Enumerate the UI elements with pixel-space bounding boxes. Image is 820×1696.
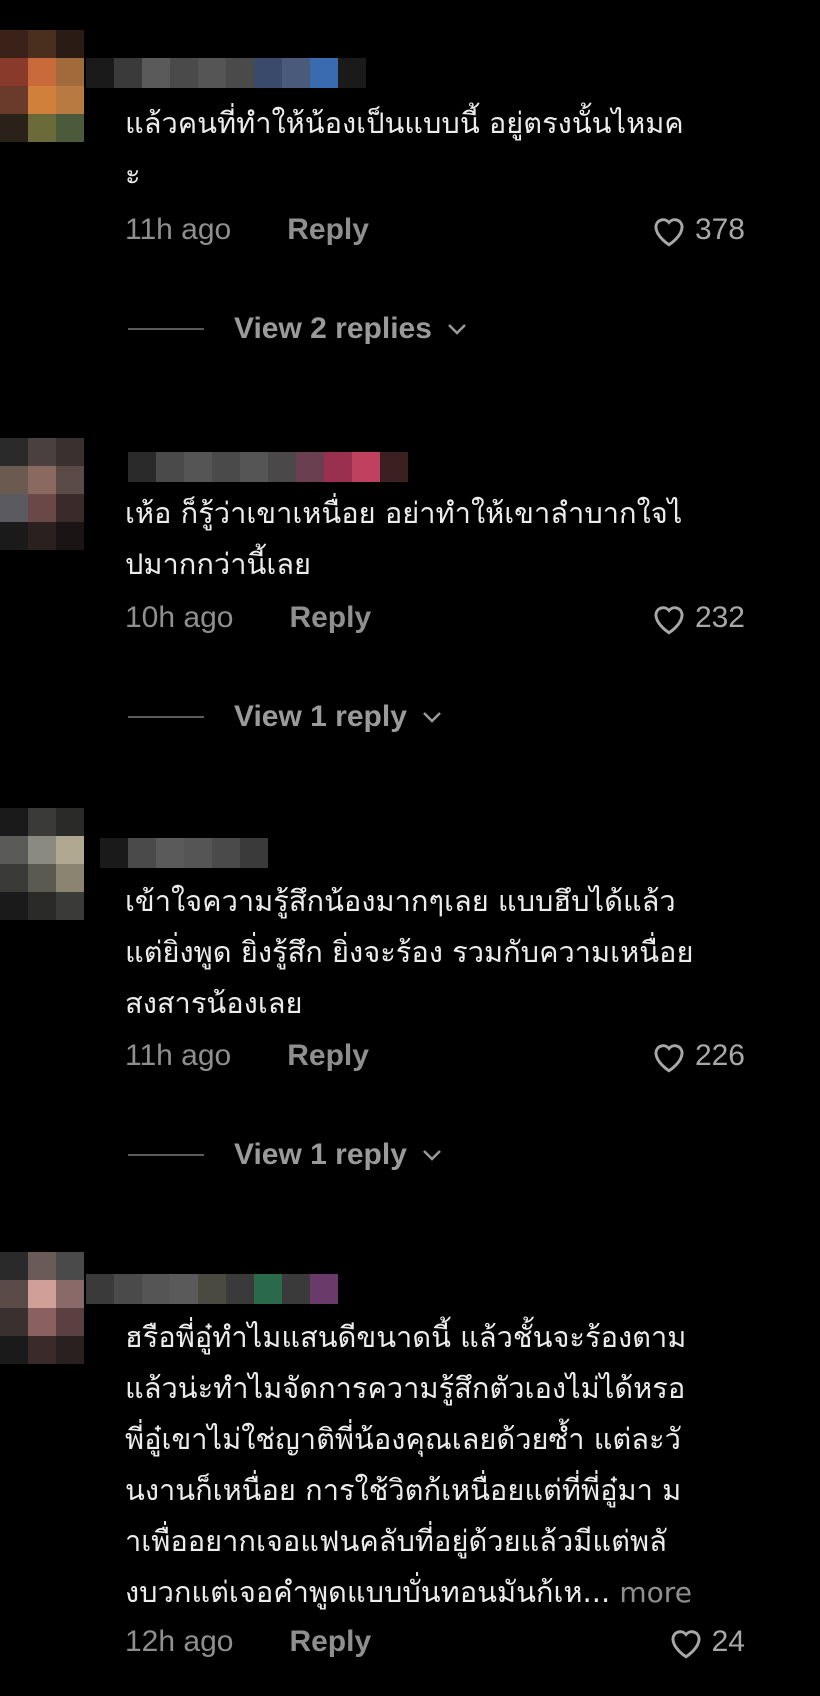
divider <box>128 716 204 718</box>
reply-button[interactable]: Reply <box>287 213 369 247</box>
comment-time: 10h ago <box>125 601 234 634</box>
comment-text: เข้าใจความรู้สึกน้องมากๆเลย แบบฮึบได้แล้… <box>125 884 694 1020</box>
comment-text-body: ฮรือพี่อู๋ทำไมแสนดีขนาดนี้ แล้วชั้นจะร้อ… <box>125 1320 687 1609</box>
username[interactable] <box>86 1274 338 1304</box>
comment-meta: 11h ago Reply 378 <box>125 210 745 250</box>
reply-button[interactable]: Reply <box>287 1039 369 1073</box>
view-replies-label: View 1 reply <box>234 700 407 733</box>
divider <box>128 1154 204 1156</box>
username[interactable] <box>100 838 268 868</box>
reply-button[interactable]: Reply <box>289 1625 371 1659</box>
like-button[interactable]: 226 <box>649 1038 745 1074</box>
comment-time: 11h ago <box>125 1039 232 1072</box>
avatar[interactable] <box>0 438 86 550</box>
view-replies-button[interactable]: View 1 reply <box>128 700 443 734</box>
comment-text: เห้อ ก็รู้ว่าเขาเหนื่อย อย่าทำให้เขาลำบา… <box>125 496 683 581</box>
comment-meta: 10h ago Reply 232 <box>125 598 745 638</box>
heart-outline-icon <box>671 1630 701 1659</box>
username[interactable] <box>128 452 408 482</box>
username[interactable] <box>86 58 366 88</box>
avatar[interactable] <box>0 1252 86 1364</box>
heart-outline-icon <box>654 1044 684 1073</box>
like-button[interactable]: 24 <box>666 1624 745 1660</box>
chevron-down-icon <box>423 712 441 723</box>
heart-outline-icon <box>654 606 684 635</box>
like-count: 226 <box>694 1039 745 1072</box>
view-replies-button[interactable]: View 2 replies <box>128 312 468 346</box>
chevron-down-icon <box>448 324 466 335</box>
like-count: 378 <box>694 213 745 246</box>
like-count: 24 <box>711 1625 745 1658</box>
like-count: 232 <box>694 601 745 634</box>
more-button[interactable]: more <box>619 1576 692 1609</box>
comment-meta: 12h ago Reply 24 <box>125 1622 745 1662</box>
heart-outline-icon <box>654 218 684 247</box>
reply-button[interactable]: Reply <box>289 601 371 635</box>
avatar[interactable] <box>0 808 86 920</box>
view-replies-button[interactable]: View 1 reply <box>128 1138 443 1172</box>
chevron-down-icon <box>423 1150 441 1161</box>
view-replies-label: View 1 reply <box>234 1138 407 1171</box>
like-button[interactable]: 232 <box>649 600 745 636</box>
comment-meta: 11h ago Reply 226 <box>125 1036 745 1076</box>
like-button[interactable]: 378 <box>649 212 745 248</box>
comment-text: ฮรือพี่อู๋ทำไมแสนดีขนาดนี้ แล้วชั้นจะร้อ… <box>125 1312 765 1618</box>
view-replies-label: View 2 replies <box>234 312 432 345</box>
comment-time: 12h ago <box>125 1625 234 1658</box>
divider <box>128 328 204 330</box>
comment-text: แล้วคนที่ทำให้น้องเป็นแบบนี้ อยู่ตรงนั้น… <box>125 106 684 191</box>
comment-time: 11h ago <box>125 213 232 246</box>
avatar[interactable] <box>0 30 86 142</box>
